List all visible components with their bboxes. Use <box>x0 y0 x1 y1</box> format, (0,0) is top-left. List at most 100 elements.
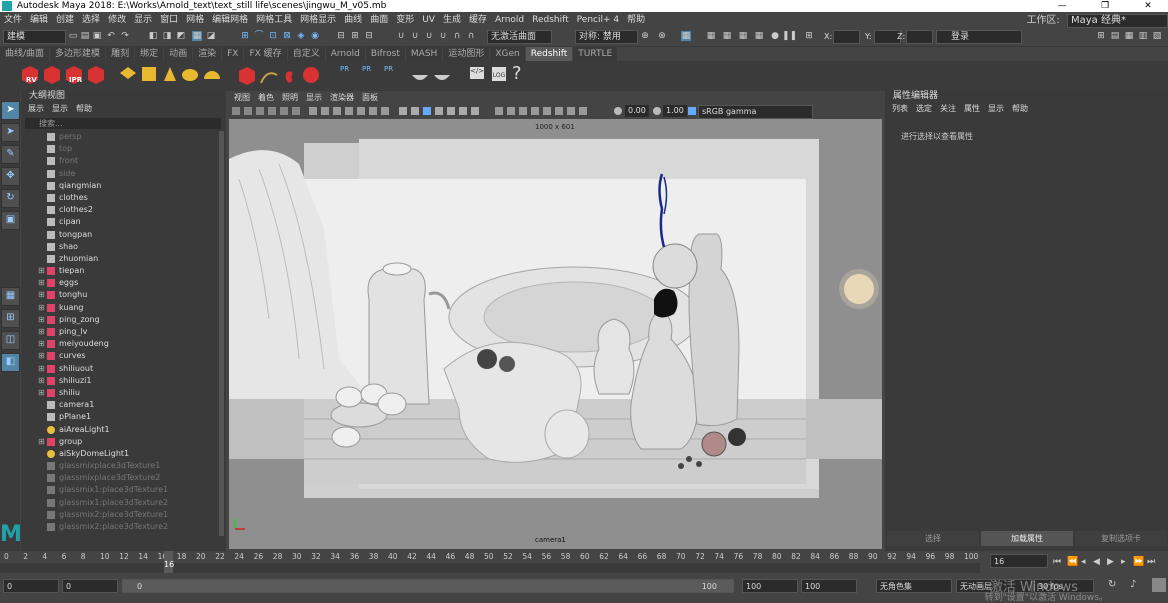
time-slider[interactable]: 0 2 4 6 8 10 12 14 16 18 20 22 24 26 28 30 32 34 36 38 40 42 4… <box>0 551 980 575</box>
camera-attr-icon[interactable] <box>244 107 252 115</box>
outliner-item[interactable]: glassmix2:place3dTexture1 <box>21 509 219 521</box>
four-view-icon[interactable]: ⊞ <box>1 309 20 328</box>
channel-box-icon[interactable]: ▥ <box>1138 31 1148 41</box>
transform-icon[interactable]: ⊗ <box>657 31 667 41</box>
history-icon[interactable]: ⊟ <box>336 31 346 41</box>
attr-menu-item[interactable]: 列表 <box>892 104 908 113</box>
outliner-item[interactable]: ⊞ meiyoudeng <box>21 338 219 350</box>
viewport-menu-item[interactable]: 视图 <box>234 93 250 102</box>
outliner-item[interactable]: ⊞ shiliuout <box>21 363 219 375</box>
menu-item[interactable]: UV <box>418 12 439 28</box>
shelf-tab[interactable]: 运动图形 <box>443 47 490 61</box>
soft-select-icon[interactable]: ⊕ <box>640 31 650 41</box>
menu-item[interactable]: 网格 <box>182 12 208 28</box>
outliner-item[interactable]: pPlane1 <box>21 411 219 423</box>
outliner-item[interactable]: glassmix1:place3dTexture2 <box>21 497 219 509</box>
single-view-icon[interactable]: ▦ <box>1 287 20 306</box>
gamma-icon[interactable] <box>653 107 661 115</box>
outliner-item[interactable]: zhuomian <box>21 253 219 265</box>
viewport-menu-item[interactable]: 渲染器 <box>330 93 354 102</box>
menu-item[interactable]: 编辑 <box>26 12 52 28</box>
shelf-tab[interactable]: Bifrost <box>365 47 405 61</box>
lights-icon[interactable] <box>459 107 467 115</box>
2d-pan-icon[interactable] <box>280 107 288 115</box>
outliner-search-input[interactable]: 搜索... <box>25 118 221 129</box>
copy-tab-button[interactable]: 复制选项卡 <box>1075 531 1167 546</box>
expand-icon[interactable]: ⊞ <box>38 350 45 362</box>
expand-icon[interactable]: ⊞ <box>38 289 45 301</box>
shadows-icon[interactable] <box>471 107 479 115</box>
outliner-item[interactable]: clothes <box>21 192 219 204</box>
move-tool-icon[interactable]: ✥ <box>1 167 20 186</box>
textured-icon[interactable] <box>447 107 455 115</box>
outliner-item[interactable]: ⊞ shiliuzi1 <box>21 375 219 387</box>
rs-render-icon[interactable] <box>44 66 60 84</box>
close-button[interactable]: ✕ <box>1128 0 1168 12</box>
3d-viewport[interactable]: 1000 x 601 camera1 <box>229 119 882 549</box>
viewport-menu-item[interactable]: 显示 <box>306 93 322 102</box>
menu-item[interactable]: Redshift <box>528 12 573 28</box>
outliner-item[interactable]: ⊞ tonghu <box>21 289 219 301</box>
gamma-field[interactable]: 1.00 <box>663 105 687 117</box>
attr-menu-item[interactable]: 显示 <box>988 104 1004 113</box>
rs-ies-light-icon[interactable] <box>182 69 198 81</box>
redo-icon[interactable]: ↷ <box>120 31 130 41</box>
tool-settings-icon[interactable]: ▦ <box>1124 31 1134 41</box>
audio-icon[interactable]: ♪ <box>1130 579 1136 590</box>
magnet4-icon[interactable]: ∪ <box>438 31 448 41</box>
rs-area-light-icon[interactable] <box>142 67 156 81</box>
attr-menu-item[interactable]: 属性 <box>964 104 980 113</box>
paint-select-icon[interactable]: ✎ <box>1 145 20 164</box>
menu-item[interactable]: 创建 <box>52 12 78 28</box>
menu-set-dropdown[interactable]: 建模 <box>3 30 66 44</box>
save-scene-icon[interactable]: ▣ <box>92 31 102 41</box>
layer-editor-icon[interactable]: ▧ <box>1152 31 1162 41</box>
expand-icon[interactable]: ⊞ <box>38 277 45 289</box>
menu-item[interactable]: Pencil+ 4 <box>573 12 623 28</box>
field-chart-icon[interactable] <box>357 107 365 115</box>
outliner-item[interactable]: ⊞ group <box>21 436 219 448</box>
menu-item[interactable]: 网格工具 <box>252 12 296 28</box>
shelf-tab[interactable]: 渲染 <box>193 47 222 61</box>
shelf-tab[interactable]: 曲线/曲面 <box>0 47 50 61</box>
outliner-item[interactable]: cipan <box>21 216 219 228</box>
select-button[interactable]: 选择 <box>887 531 979 546</box>
help-icon[interactable]: ? <box>512 63 522 84</box>
go-to-start-icon[interactable]: ⏮ <box>1053 557 1061 567</box>
shelf-tab[interactable]: 雕刻 <box>106 47 135 61</box>
shelf-tab[interactable]: 自定义 <box>287 47 325 61</box>
snap-view-icon[interactable]: ⊠ <box>282 31 292 41</box>
preferences-icon[interactable] <box>1152 578 1166 592</box>
rs-pr3-icon[interactable]: PR <box>384 65 396 85</box>
viewport-menu-item[interactable]: 照明 <box>282 93 298 102</box>
expand-icon[interactable]: ⊞ <box>38 387 45 399</box>
undo-icon[interactable]: ↶ <box>106 31 116 41</box>
outliner-menu-item[interactable]: 展示 <box>28 104 44 113</box>
grease-pencil-icon[interactable] <box>292 107 300 115</box>
xray-joints-icon[interactable] <box>567 107 575 115</box>
menu-item[interactable]: 曲线 <box>340 12 366 28</box>
aa-icon[interactable] <box>519 107 527 115</box>
play-back-icon[interactable]: ◀ <box>1093 557 1100 567</box>
expand-icon[interactable]: ⊞ <box>38 265 45 277</box>
outliner-item[interactable]: clothes2 <box>21 204 219 216</box>
outliner-item[interactable]: ⊞ ping_zong <box>21 314 219 326</box>
ssao-icon[interactable] <box>495 107 503 115</box>
outliner-item[interactable]: tongpan <box>21 229 219 241</box>
gate-mask-icon[interactable] <box>345 107 353 115</box>
go-to-end-icon[interactable]: ⏭ <box>1147 557 1155 567</box>
lasso-tool-icon[interactable]: ➤ <box>1 123 20 142</box>
view-transform-dropdown[interactable]: sRGB gamma <box>698 105 813 119</box>
select-hierarchy-icon[interactable]: ◧ <box>148 31 158 41</box>
menu-item[interactable]: 选择 <box>78 12 104 28</box>
outliner-item[interactable]: ⊞ eggs <box>21 277 219 289</box>
camera-select-icon[interactable] <box>232 107 240 115</box>
grid-toggle-icon[interactable] <box>309 107 317 115</box>
menu-item[interactable]: 窗口 <box>156 12 182 28</box>
expand-icon[interactable]: ⊞ <box>38 436 45 448</box>
attr-menu-item[interactable]: 选定 <box>916 104 932 113</box>
outliner-item[interactable]: glassmixplace3dTexture1 <box>21 460 219 472</box>
ipr-icon[interactable]: ▦ <box>738 31 748 41</box>
shelf-tab[interactable]: Redshift <box>525 47 573 61</box>
grid-icon[interactable]: ⊞ <box>804 31 814 41</box>
